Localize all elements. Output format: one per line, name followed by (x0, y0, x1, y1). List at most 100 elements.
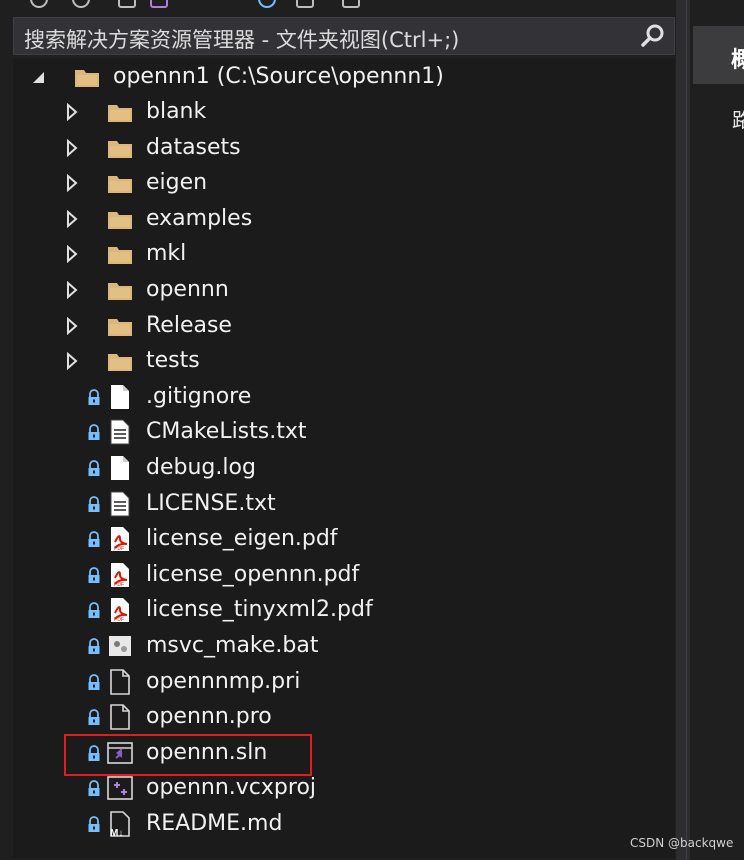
watermark: CSDN @backqwe (630, 836, 734, 850)
file-item[interactable]: msvc_make.bat (13, 629, 675, 665)
file-label: opennn.vcxproj (146, 775, 317, 801)
toolbar-button[interactable] (342, 0, 360, 8)
lock-icon (88, 602, 100, 619)
folder-item[interactable]: Release (13, 309, 675, 345)
pane-splitter[interactable] (676, 0, 690, 860)
lock-icon (88, 460, 100, 476)
right-pane-tab-label: 概 (731, 48, 744, 73)
lock-icon (88, 531, 100, 548)
text-file-icon (110, 419, 130, 445)
folder-icon (108, 247, 132, 265)
lock-icon (88, 388, 100, 405)
folder-label: opennn (146, 277, 229, 302)
generic-file-icon (110, 704, 130, 730)
collapsed-arrow-icon[interactable] (64, 103, 80, 121)
folder-item[interactable]: blank (13, 95, 675, 131)
collapsed-arrow-icon[interactable] (64, 245, 80, 264)
folder-label: mkl (146, 241, 187, 267)
svg-text:M↓: M↓ (110, 828, 123, 838)
file-item[interactable]: .gitignore (13, 380, 675, 416)
file-item[interactable]: opennnmp.pri (13, 665, 675, 701)
file-item[interactable]: opennn.pro (13, 700, 675, 736)
file-label: opennnmp.pri (146, 668, 301, 694)
pdf-file-icon: PDF (111, 527, 129, 552)
blank-file-icon (111, 456, 129, 480)
folder-label: datasets (146, 134, 241, 160)
file-label: CMakeLists.txt (146, 419, 307, 445)
file-item[interactable]: PDF license_opennn.pdf (13, 558, 675, 594)
folder-label: eigen (146, 170, 208, 196)
toolbar-button[interactable] (258, 0, 276, 8)
folder-item[interactable]: datasets (13, 131, 675, 167)
right-pane: 概 路 (690, 0, 744, 860)
batch-file-icon (109, 636, 131, 656)
right-pane-tab[interactable]: 概 (693, 26, 744, 84)
toolbar-button[interactable] (72, 0, 90, 8)
svg-text:PDF: PDF (114, 617, 124, 623)
file-label: .gitignore (146, 383, 252, 409)
markdown-file-icon: M↓ (110, 811, 130, 838)
file-label: README.md (146, 811, 283, 836)
folder-item[interactable]: eigen (13, 166, 675, 202)
file-item[interactable]: CMakeLists.txt (13, 415, 675, 451)
toolbar-button[interactable] (118, 0, 136, 8)
folder-icon (108, 105, 132, 122)
file-label: opennn.pro (146, 704, 272, 730)
collapsed-arrow-icon[interactable] (64, 174, 80, 193)
file-label: license_opennn.pdf (146, 561, 360, 587)
expanded-arrow-icon[interactable] (31, 68, 47, 86)
generic-file-icon (110, 668, 130, 695)
file-label: debug.log (146, 455, 256, 480)
file-label: LICENSE.txt (146, 490, 276, 516)
file-item[interactable]: LICENSE.txt (13, 487, 675, 523)
collapsed-arrow-icon[interactable] (64, 138, 80, 157)
file-item[interactable]: debug.log (13, 451, 675, 487)
file-item[interactable]: M↓ README.md (13, 807, 675, 843)
lock-icon (88, 495, 100, 512)
lock-icon (88, 673, 100, 690)
svg-text:PDF: PDF (114, 546, 124, 552)
folder-item[interactable]: mkl (13, 237, 675, 273)
folder-icon (108, 354, 132, 372)
folder-icon (108, 283, 132, 300)
pdf-file-icon: PDF (111, 598, 129, 623)
collapsed-arrow-icon[interactable] (64, 316, 80, 335)
folder-icon (75, 70, 99, 87)
file-item[interactable]: opennn.vcxproj (13, 771, 675, 807)
collapsed-arrow-icon[interactable] (64, 352, 80, 371)
collapsed-arrow-icon[interactable] (64, 281, 80, 299)
folder-label: blank (146, 99, 207, 124)
folder-item[interactable]: examples (13, 202, 675, 238)
blank-file-icon (111, 384, 129, 409)
search-icon[interactable] (640, 23, 666, 49)
folder-icon (108, 318, 132, 336)
text-file-icon (110, 491, 130, 517)
toolbar-button[interactable] (150, 0, 168, 8)
search-placeholder: 搜索解决方案资源管理器 - 文件夹视图(Ctrl+;) (24, 28, 460, 52)
search-input[interactable]: 搜索解决方案资源管理器 - 文件夹视图(Ctrl+;) (13, 17, 675, 55)
folder-icon (108, 140, 132, 158)
toolbar-button[interactable] (296, 0, 314, 8)
pdf-file-icon: PDF (111, 562, 129, 588)
folder-item[interactable]: opennn (13, 273, 675, 309)
file-item[interactable]: PDF license_eigen.pdf (13, 522, 675, 558)
folder-icon (108, 211, 132, 229)
file-item[interactable]: PDF license_tinyxml2.pdf (13, 593, 675, 629)
lock-icon (88, 709, 100, 726)
folder-icon (108, 176, 132, 194)
tree-root-item[interactable]: opennn1 (C:\Source\opennn1) (13, 60, 675, 96)
toolbar-button[interactable] (30, 0, 48, 8)
lock-icon (88, 424, 100, 441)
highlight-box (64, 734, 312, 776)
folder-label: Release (146, 312, 232, 338)
folder-item[interactable]: tests (13, 344, 675, 380)
file-label: license_tinyxml2.pdf (146, 597, 373, 623)
lock-icon (88, 638, 100, 654)
tree-root-label: opennn1 (C:\Source\opennn1) (113, 64, 444, 89)
toolbar (0, 0, 676, 16)
right-pane-text: 路 (732, 108, 744, 132)
file-label: msvc_make.bat (146, 633, 319, 658)
folder-label: examples (146, 205, 253, 231)
lock-icon (88, 816, 100, 832)
collapsed-arrow-icon[interactable] (64, 209, 80, 228)
